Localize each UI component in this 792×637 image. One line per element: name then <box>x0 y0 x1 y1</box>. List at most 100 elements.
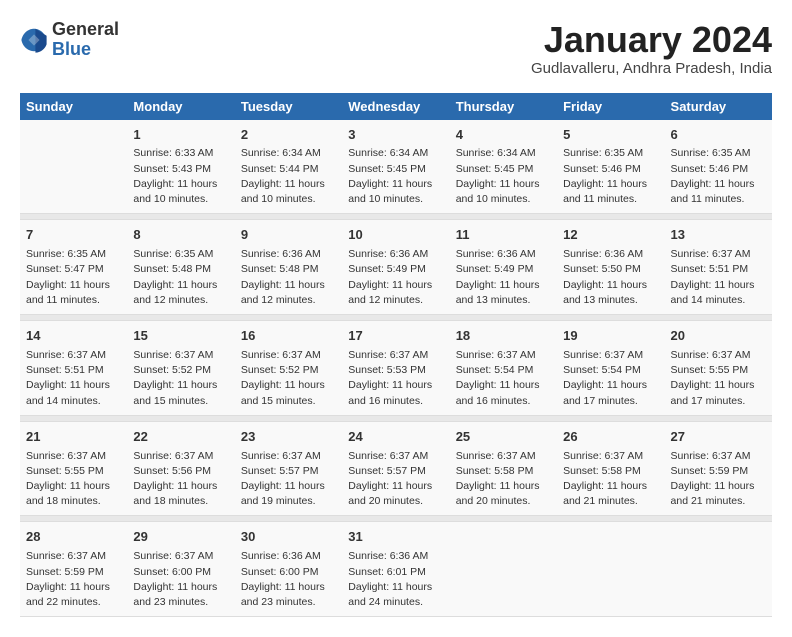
day-info: Sunrise: 6:37 AM Sunset: 5:59 PM Dayligh… <box>26 549 121 610</box>
calendar-week-row: 21Sunrise: 6:37 AM Sunset: 5:55 PM Dayli… <box>20 421 772 516</box>
day-info: Sunrise: 6:36 AM Sunset: 5:48 PM Dayligh… <box>241 247 336 308</box>
day-number: 13 <box>671 226 766 245</box>
day-number: 6 <box>671 126 766 145</box>
day-number: 26 <box>563 428 658 447</box>
day-number: 16 <box>241 327 336 346</box>
calendar-cell: 21Sunrise: 6:37 AM Sunset: 5:55 PM Dayli… <box>20 421 127 516</box>
page-header: General Blue January 2024 Gudlavalleru, … <box>20 20 772 77</box>
day-info: Sunrise: 6:37 AM Sunset: 5:51 PM Dayligh… <box>671 247 766 308</box>
logo-text: General Blue <box>52 20 119 60</box>
logo-icon <box>20 26 48 54</box>
day-number: 9 <box>241 226 336 245</box>
calendar-cell: 22 Sunrise: 6:37 AM Sunset: 5:56 PM Dayli… <box>127 421 234 516</box>
calendar-cell: 19 Sunrise: 6:37 AM Sunset: 5:54 PM Dayli… <box>557 321 664 416</box>
day-number: 12 <box>563 226 658 245</box>
calendar-week-row: 7Sunrise: 6:35 AM Sunset: 5:47 PM Daylig… <box>20 220 772 315</box>
day-number: 8 <box>133 226 228 245</box>
day-info: Sunrise: 6:36 AM Sunset: 5:49 PM Dayligh… <box>456 247 551 308</box>
calendar-cell: 25 Sunrise: 6:37 AM Sunset: 5:58 PM Dayli… <box>450 421 557 516</box>
calendar-cell: 16 Sunrise: 6:37 AM Sunset: 5:52 PM Dayli… <box>235 321 342 416</box>
calendar-cell: 9 Sunrise: 6:36 AM Sunset: 5:48 PM Daylig… <box>235 220 342 315</box>
calendar-cell: 18 Sunrise: 6:37 AM Sunset: 5:54 PM Dayli… <box>450 321 557 416</box>
month-title: January 2024 <box>531 20 772 60</box>
day-info: Sunrise: 6:37 AM Sunset: 5:53 PM Dayligh… <box>348 348 443 409</box>
calendar-cell: 12 Sunrise: 6:36 AM Sunset: 5:50 PM Dayli… <box>557 220 664 315</box>
day-number: 18 <box>456 327 551 346</box>
calendar-cell: 31 Sunrise: 6:36 AM Sunset: 6:01 PM Dayli… <box>342 522 449 617</box>
day-info: Sunrise: 6:37 AM Sunset: 5:56 PM Dayligh… <box>133 449 228 510</box>
day-number: 7 <box>26 226 121 245</box>
day-info: Sunrise: 6:33 AM Sunset: 5:43 PM Dayligh… <box>133 146 228 207</box>
calendar-week-row: 14Sunrise: 6:37 AM Sunset: 5:51 PM Dayli… <box>20 321 772 416</box>
calendar-cell: 26 Sunrise: 6:37 AM Sunset: 5:58 PM Dayli… <box>557 421 664 516</box>
day-info: Sunrise: 6:36 AM Sunset: 5:49 PM Dayligh… <box>348 247 443 308</box>
weekday-header-sunday: Sunday <box>20 93 127 120</box>
weekday-header-friday: Friday <box>557 93 664 120</box>
day-number: 10 <box>348 226 443 245</box>
calendar-table: SundayMondayTuesdayWednesdayThursdayFrid… <box>20 93 772 618</box>
calendar-cell: 23Sunrise: 6:37 AM Sunset: 5:57 PM Dayli… <box>235 421 342 516</box>
weekday-header-monday: Monday <box>127 93 234 120</box>
day-info: Sunrise: 6:35 AM Sunset: 5:46 PM Dayligh… <box>671 146 766 207</box>
day-number: 11 <box>456 226 551 245</box>
day-number: 15 <box>133 327 228 346</box>
day-info: Sunrise: 6:37 AM Sunset: 5:57 PM Dayligh… <box>348 449 443 510</box>
calendar-cell: 1Sunrise: 6:33 AM Sunset: 5:43 PM Daylig… <box>127 120 234 214</box>
logo: General Blue <box>20 20 119 60</box>
day-info: Sunrise: 6:34 AM Sunset: 5:44 PM Dayligh… <box>241 146 336 207</box>
day-number: 30 <box>241 528 336 547</box>
calendar-cell <box>557 522 664 617</box>
calendar-cell: 5Sunrise: 6:35 AM Sunset: 5:46 PM Daylig… <box>557 120 664 214</box>
calendar-week-row: 28 Sunrise: 6:37 AM Sunset: 5:59 PM Dayli… <box>20 522 772 617</box>
calendar-cell: 8 Sunrise: 6:35 AM Sunset: 5:48 PM Daylig… <box>127 220 234 315</box>
calendar-cell: 6Sunrise: 6:35 AM Sunset: 5:46 PM Daylig… <box>665 120 772 214</box>
day-number: 22 <box>133 428 228 447</box>
day-number: 3 <box>348 126 443 145</box>
day-info: Sunrise: 6:36 AM Sunset: 6:00 PM Dayligh… <box>241 549 336 610</box>
calendar-cell: 13 Sunrise: 6:37 AM Sunset: 5:51 PM Dayli… <box>665 220 772 315</box>
weekday-header-wednesday: Wednesday <box>342 93 449 120</box>
weekday-header-saturday: Saturday <box>665 93 772 120</box>
calendar-cell: 27 Sunrise: 6:37 AM Sunset: 5:59 PM Dayli… <box>665 421 772 516</box>
calendar-cell: 7Sunrise: 6:35 AM Sunset: 5:47 PM Daylig… <box>20 220 127 315</box>
day-number: 5 <box>563 126 658 145</box>
day-info: Sunrise: 6:36 AM Sunset: 6:01 PM Dayligh… <box>348 549 443 610</box>
day-info: Sunrise: 6:37 AM Sunset: 5:52 PM Dayligh… <box>241 348 336 409</box>
calendar-cell <box>450 522 557 617</box>
day-info: Sunrise: 6:35 AM Sunset: 5:48 PM Dayligh… <box>133 247 228 308</box>
location-subtitle: Gudlavalleru, Andhra Pradesh, India <box>531 60 772 77</box>
calendar-cell: 28 Sunrise: 6:37 AM Sunset: 5:59 PM Dayli… <box>20 522 127 617</box>
day-info: Sunrise: 6:37 AM Sunset: 5:55 PM Dayligh… <box>671 348 766 409</box>
day-info: Sunrise: 6:37 AM Sunset: 5:54 PM Dayligh… <box>456 348 551 409</box>
day-number: 28 <box>26 528 121 547</box>
day-info: Sunrise: 6:37 AM Sunset: 5:54 PM Dayligh… <box>563 348 658 409</box>
logo-general-text: General <box>52 20 119 40</box>
weekday-header-row: SundayMondayTuesdayWednesdayThursdayFrid… <box>20 93 772 120</box>
title-block: January 2024 Gudlavalleru, Andhra Prades… <box>531 20 772 77</box>
calendar-cell: 15 Sunrise: 6:37 AM Sunset: 5:52 PM Dayli… <box>127 321 234 416</box>
day-number: 31 <box>348 528 443 547</box>
day-info: Sunrise: 6:37 AM Sunset: 5:58 PM Dayligh… <box>563 449 658 510</box>
day-number: 25 <box>456 428 551 447</box>
day-number: 23 <box>241 428 336 447</box>
day-info: Sunrise: 6:37 AM Sunset: 5:59 PM Dayligh… <box>671 449 766 510</box>
day-number: 1 <box>133 126 228 145</box>
day-info: Sunrise: 6:36 AM Sunset: 5:50 PM Dayligh… <box>563 247 658 308</box>
day-number: 19 <box>563 327 658 346</box>
calendar-cell: 2Sunrise: 6:34 AM Sunset: 5:44 PM Daylig… <box>235 120 342 214</box>
calendar-cell: 3Sunrise: 6:34 AM Sunset: 5:45 PM Daylig… <box>342 120 449 214</box>
calendar-week-row: 1Sunrise: 6:33 AM Sunset: 5:43 PM Daylig… <box>20 120 772 214</box>
calendar-cell: 14Sunrise: 6:37 AM Sunset: 5:51 PM Dayli… <box>20 321 127 416</box>
day-info: Sunrise: 6:37 AM Sunset: 6:00 PM Dayligh… <box>133 549 228 610</box>
calendar-cell: 24Sunrise: 6:37 AM Sunset: 5:57 PM Dayli… <box>342 421 449 516</box>
calendar-cell: 11 Sunrise: 6:36 AM Sunset: 5:49 PM Dayli… <box>450 220 557 315</box>
day-info: Sunrise: 6:37 AM Sunset: 5:52 PM Dayligh… <box>133 348 228 409</box>
day-info: Sunrise: 6:37 AM Sunset: 5:58 PM Dayligh… <box>456 449 551 510</box>
day-info: Sunrise: 6:37 AM Sunset: 5:55 PM Dayligh… <box>26 449 121 510</box>
calendar-cell: 29 Sunrise: 6:37 AM Sunset: 6:00 PM Dayli… <box>127 522 234 617</box>
calendar-cell: 4Sunrise: 6:34 AM Sunset: 5:45 PM Daylig… <box>450 120 557 214</box>
day-number: 29 <box>133 528 228 547</box>
calendar-cell: 30 Sunrise: 6:36 AM Sunset: 6:00 PM Dayli… <box>235 522 342 617</box>
day-number: 27 <box>671 428 766 447</box>
weekday-header-tuesday: Tuesday <box>235 93 342 120</box>
